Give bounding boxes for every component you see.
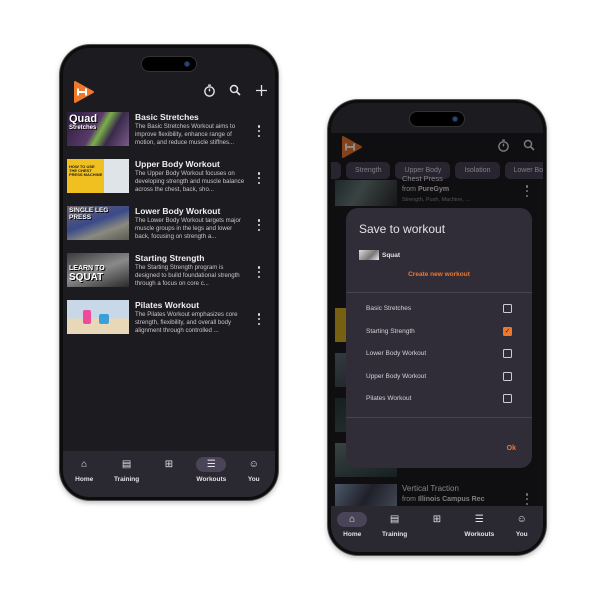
workout-thumbnail: Quad Stretches [67,112,129,146]
more-options-icon[interactable] [257,172,261,184]
nav-workouts[interactable]: ☰ Workouts [459,512,499,538]
workout-option[interactable]: Starting Strength ✓ [366,324,512,338]
training-icon: ▤ [389,514,400,525]
checkbox-checked[interactable]: ✓ [503,326,512,336]
nav-you[interactable]: ☺ You [502,512,542,538]
nav-training[interactable]: ▤ Training [107,457,147,483]
nav-add[interactable]: ⊞ [417,512,457,531]
more-options-icon[interactable] [257,266,261,278]
camera [452,116,458,122]
ok-button[interactable]: Ok [507,445,516,452]
workout-item[interactable]: SINGLE LEG PRESS Lower Body Workout The L… [63,206,275,253]
divider [346,417,532,418]
workout-thumbnail: HOW TO USE THE CHEST PRESS MACHINE [67,159,129,193]
more-options-icon[interactable] [257,125,261,137]
checkbox[interactable] [503,393,512,403]
add-icon[interactable] [253,82,269,98]
nav-you[interactable]: ☺ You [234,457,274,483]
workout-option[interactable]: Basic Stretches [366,301,512,315]
bottom-nav: ⌂ Home ▤ Training ⊞ ☰ Workouts ☺ You [63,451,275,497]
workout-title: Basic Stretches [135,112,199,122]
workout-description: The Basic Stretches Workout aims to impr… [135,123,236,146]
workout-option[interactable]: Pilates Workout [366,391,512,405]
workout-description: The Pilates Workout emphasizes core stre… [135,311,238,334]
camera [184,61,190,67]
checkbox[interactable] [503,303,512,313]
more-options-icon[interactable] [257,313,261,325]
profile-icon: ☺ [248,459,259,470]
workout-item[interactable]: Quad Stretches Basic Stretches The Basic S… [63,112,275,159]
nav-home[interactable]: ⌂ Home [64,457,104,483]
nav-training[interactable]: ▤ Training [375,512,415,538]
workout-title: Lower Body Workout [135,206,221,216]
workout-thumbnail: SINGLE LEG PRESS [67,206,129,240]
nav-workouts[interactable]: ☰ Workouts [191,457,231,483]
dynamic-island [141,56,197,72]
nav-home[interactable]: ⌂ Home [332,512,372,538]
add-box-icon: ⊞ [432,514,442,525]
workout-description: The Upper Body Workout focuses on develo… [135,170,245,193]
workout-thumbnail: LEARN TO SQUAT [67,253,129,287]
search-icon[interactable] [227,82,243,98]
workout-description: The Starting Strength program is designe… [135,264,240,287]
checkbox[interactable] [503,371,512,381]
workout-item[interactable]: LEARN TO SQUAT Starting Strength The Start… [63,253,275,300]
checkbox[interactable] [503,348,512,358]
bottom-nav: ⌂ Home ▤ Training ⊞ ☰ Workouts ☺ You [331,506,543,552]
create-new-workout-button[interactable]: Create new workout [346,271,532,278]
workout-item[interactable]: Pilates Workout The Pilates Workout empha… [63,300,275,347]
workout-title: Pilates Workout [135,300,200,310]
workout-option[interactable]: Upper Body Workout [366,369,512,383]
home-icon: ⌂ [337,512,368,527]
save-to-workout-dialog: Save to workout Squat Create new workout… [346,208,532,468]
exercise-thumbnail [359,250,379,260]
workout-thumbnail [67,300,129,334]
list-icon: ☰ [474,514,484,525]
right-phone: Strength Upper Body Isolation Lower Bo C… [328,100,546,555]
workout-item[interactable]: HOW TO USE THE CHEST PRESS MACHINE Upper… [63,159,275,206]
home-icon: ⌂ [81,459,88,470]
add-box-icon: ⊞ [164,459,174,470]
training-icon: ▤ [121,459,132,470]
dialog-title: Save to workout [359,222,446,236]
more-options-icon[interactable] [257,219,261,231]
selected-exercise: Squat [359,250,400,260]
divider [346,292,532,293]
app-bar [63,78,275,108]
workout-list: Quad Stretches Basic Stretches The Basic S… [63,112,275,347]
workout-title: Starting Strength [135,253,205,263]
workout-description: The Lower Body Workout targets major mus… [135,217,241,240]
timer-icon[interactable] [201,82,217,98]
workout-title: Upper Body Workout [135,159,220,169]
list-icon: ☰ [196,457,227,472]
workout-option[interactable]: Lower Body Workout [366,346,512,360]
app-logo-icon[interactable] [73,80,95,104]
dynamic-island [409,111,465,127]
nav-add[interactable]: ⊞ [149,457,189,476]
left-phone: Quad Stretches Basic Stretches The Basic S… [60,45,278,500]
profile-icon: ☺ [516,514,527,525]
